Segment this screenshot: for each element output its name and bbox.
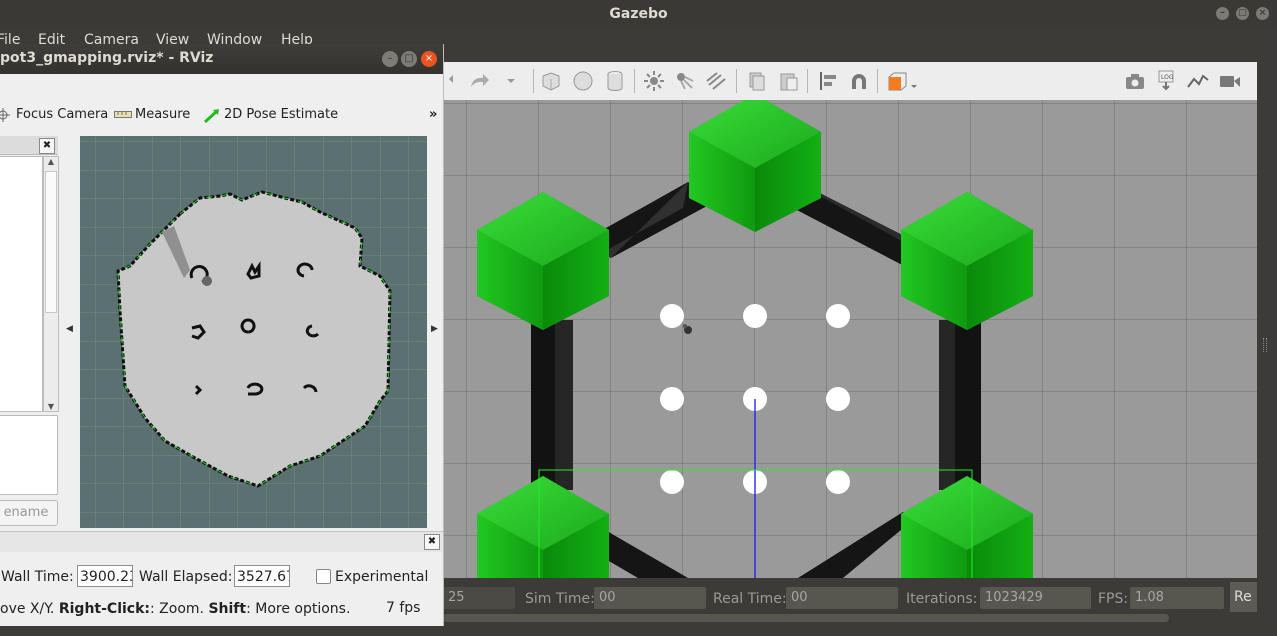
cylinder-icon[interactable] [603, 69, 627, 93]
gazebo-statusbar: 25 Sim Time: 00 00:17:03.429 Real Time: … [443, 578, 1257, 627]
rviz-menubar [0, 74, 443, 98]
partial-status-field: 25 [443, 587, 515, 609]
screenshot-camera-icon[interactable] [1123, 69, 1147, 93]
hint-shift: Shift [208, 601, 247, 617]
wall-elapsed-label: Wall Elapsed: [139, 569, 233, 585]
scroll-down-icon[interactable]: ▼ [44, 402, 58, 411]
rviz-close-button[interactable]: × [421, 51, 437, 67]
rviz-titlebar: pot3_gmapping.rviz* - RViz – □ × [0, 44, 443, 74]
align-icon[interactable] [817, 69, 841, 93]
gazebo-world-render [443, 100, 1257, 578]
scrollbar-thumb[interactable] [443, 614, 1169, 622]
rviz-window: pot3_gmapping.rviz* - RViz – □ × Focus C… [0, 44, 444, 626]
focus-camera-tool[interactable]: Focus Camera [16, 107, 108, 122]
collapse-right-icon[interactable]: ▶ [431, 324, 438, 334]
rviz-toolbar: Focus Camera Measure 2D Pose Estimate » [0, 98, 443, 132]
paste-icon[interactable] [777, 69, 801, 93]
box-icon[interactable] [539, 69, 563, 93]
displays-scrollbar[interactable]: ▲ ▼ [43, 156, 59, 412]
rviz-fps-readout: 7 fps [386, 600, 421, 616]
close-button[interactable]: × [1256, 7, 1269, 20]
occupancy-grid-map [80, 136, 427, 528]
sim-time-label: Sim Time: [525, 591, 595, 607]
experimental-checkbox[interactable] [316, 569, 331, 584]
scrollbar-thumb[interactable] [45, 171, 57, 313]
fps-label: FPS: [1098, 591, 1129, 607]
focus-camera-icon[interactable] [0, 108, 10, 122]
experimental-label: Experimental [335, 569, 429, 585]
measure-tool[interactable]: Measure [135, 107, 190, 122]
wall-time-label: Wall Time: [1, 569, 74, 585]
hint-text-zoom: : Zoom. [150, 601, 209, 617]
robot-marker [202, 276, 212, 286]
rename-button[interactable]: ename [0, 500, 58, 526]
log-record-icon[interactable]: LOG [1155, 69, 1179, 93]
toolbar-separator [634, 69, 635, 93]
toolbar-separator [736, 69, 737, 93]
spot-light-icon[interactable] [673, 69, 697, 93]
real-time-label: Real Time: [713, 591, 787, 607]
iterations-field: 1023429 [980, 587, 1091, 609]
sphere-icon[interactable] [571, 69, 595, 93]
copy-icon[interactable] [745, 69, 769, 93]
undo-dropdown-icon[interactable] [445, 69, 469, 93]
collapse-left-icon[interactable]: ◀ [66, 324, 73, 334]
svg-text:LOG: LOG [1161, 74, 1174, 81]
reset-time-button[interactable]: Re [1230, 582, 1257, 612]
rviz-window-title: pot3_gmapping.rviz* - RViz [0, 50, 214, 66]
magnet-snap-icon[interactable] [847, 69, 871, 93]
gazebo-frame [443, 54, 1277, 62]
hint-text: ove X/Y. [0, 601, 59, 617]
pose-estimate-arrow-icon[interactable] [204, 108, 220, 124]
2d-pose-estimate-tool[interactable]: 2D Pose Estimate [224, 107, 338, 122]
redo-icon[interactable] [467, 69, 491, 93]
gazebo-3d-scene[interactable] [443, 100, 1257, 578]
hint-text-more: : More options. [246, 601, 351, 617]
hint-right-click: Right-Click: [58, 601, 150, 617]
rviz-minimize-button[interactable]: – [382, 51, 398, 67]
scroll-up-icon[interactable]: ▲ [44, 157, 58, 166]
wall-elapsed-field[interactable]: 3527.67 [234, 565, 290, 587]
rviz-displays-panel: ✖ ▲ ▼ ename [0, 136, 59, 528]
measure-ruler-icon[interactable] [114, 111, 132, 119]
gazebo-side-panel [1257, 62, 1277, 612]
point-light-icon[interactable] [642, 69, 666, 93]
directional-light-icon[interactable] [705, 69, 729, 93]
plot-icon[interactable] [1186, 69, 1210, 93]
toolbar-separator [807, 69, 808, 93]
real-time-field: 00 01:01:52.820 [786, 587, 898, 627]
rviz-map-view[interactable] [80, 136, 427, 528]
iterations-label: Iterations: [906, 591, 978, 607]
displays-tree[interactable] [0, 156, 43, 412]
fps-field: 1.08 [1130, 587, 1224, 609]
maximize-button[interactable]: □ [1236, 7, 1249, 20]
view-angle-dropdown-icon[interactable] [885, 69, 919, 93]
splitter-handle[interactable] [1263, 338, 1267, 352]
toolbar-separator [877, 69, 878, 93]
wall-time-field[interactable]: 3900.23 [77, 565, 133, 587]
toolbar-overflow-button[interactable]: » [429, 107, 437, 122]
panel-close-icon[interactable]: ✖ [39, 138, 55, 154]
gazebo-titlebar: Gazebo – □ × [0, 0, 1277, 28]
gazebo-toolbar: LOG [443, 62, 1257, 101]
video-record-icon[interactable] [1218, 69, 1242, 93]
toolbar-separator [533, 69, 534, 93]
minimize-button[interactable]: – [1216, 7, 1229, 20]
gazebo-window-title: Gazebo [609, 6, 668, 22]
redo-dropdown-icon[interactable] [499, 69, 523, 93]
rviz-maximize-button[interactable]: □ [401, 51, 417, 67]
display-description-box [0, 415, 58, 495]
rviz-status-hint: ove X/Y. Right-Click:: Zoom. Shift: More… [0, 601, 443, 617]
sim-time-field: 00 00:17:03.429 [594, 587, 706, 627]
gazebo-bottom-scrollbar[interactable] [443, 612, 1257, 636]
